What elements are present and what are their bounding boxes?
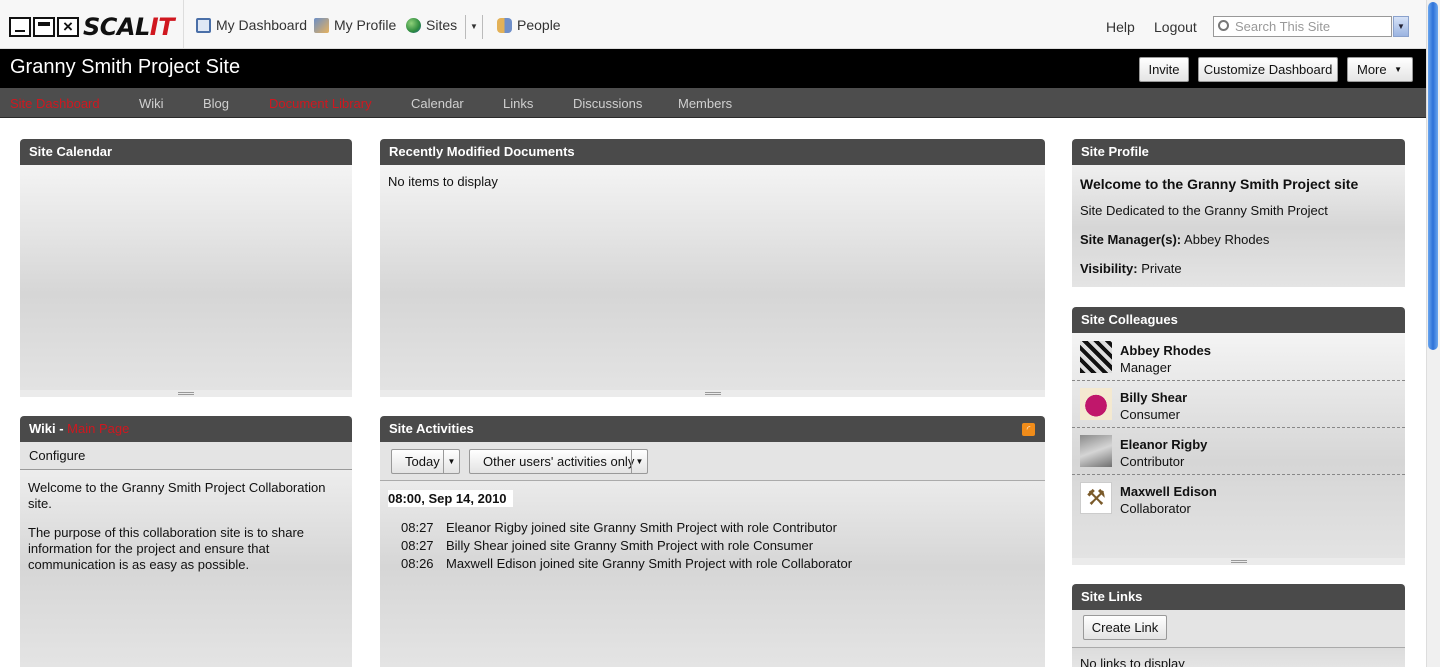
tab-wiki[interactable]: Wiki — [139, 96, 164, 111]
dashlet-title: Recently Modified Documents — [380, 139, 1045, 165]
grip-icon — [704, 392, 721, 395]
chevron-down-icon: ▼ — [631, 450, 647, 473]
activity-item: 08:27 Billy Shear joined site Granny Smit… — [401, 538, 814, 553]
customize-dashboard-button[interactable]: Customize Dashboard — [1198, 57, 1338, 82]
avatar[interactable] — [1080, 341, 1112, 373]
search-icon — [1218, 20, 1229, 31]
site-activities-dashlet: Site Activities ◜ Today ▼ Other users' a… — [380, 416, 1045, 667]
colleague-item: Abbey Rhodes Manager — [1072, 334, 1405, 381]
tab-links[interactable]: Links — [503, 96, 533, 111]
colleague-item: Billy Shear Consumer — [1072, 381, 1405, 428]
maximize-icon — [33, 17, 55, 37]
search-input[interactable]: Search This Site — [1213, 16, 1392, 37]
recent-documents-dashlet: Recently Modified Documents No items to … — [380, 139, 1045, 397]
close-icon: × — [57, 17, 79, 37]
grip-icon — [178, 392, 194, 395]
grip-icon — [1230, 560, 1247, 563]
invite-button[interactable]: Invite — [1139, 57, 1189, 82]
wiki-main-page-link[interactable]: Main Page — [67, 421, 129, 436]
links-toolbar: Create Link — [1072, 610, 1405, 648]
resize-handle[interactable] — [380, 390, 1045, 397]
tab-document-library[interactable]: Document Library — [269, 96, 372, 111]
sites-dropdown-toggle[interactable]: ▼ — [465, 15, 483, 39]
activity-item: 08:26 Maxwell Edison joined site Granny S… — [401, 556, 853, 571]
profile-icon — [314, 17, 329, 33]
wiki-content: Welcome to the Granny Smith Project Coll… — [20, 470, 352, 583]
activity-item: 08:27 Eleanor Rigby joined site Granny Sm… — [401, 520, 837, 535]
dashlet-title: Site Links — [1072, 584, 1405, 610]
activity-date-heading: 08:00, Sep 14, 2010 — [388, 490, 513, 507]
tab-discussions[interactable]: Discussions — [573, 96, 642, 111]
dashlet-title: Site Colleagues — [1072, 307, 1405, 333]
top-toolbar: × SCALIT My Dashboard My Profile Sites ▼… — [0, 0, 1426, 49]
dashlet-title: Wiki - Main Page — [20, 416, 352, 442]
profile-visibility: Visibility: Private — [1080, 261, 1182, 276]
site-header: Granny Smith Project Site Invite Customi… — [0, 49, 1426, 88]
site-title: Granny Smith Project Site — [10, 56, 241, 78]
tab-calendar[interactable]: Calendar — [411, 96, 464, 111]
profile-description: Site Dedicated to the Granny Smith Proje… — [1080, 203, 1328, 218]
wiki-toolbar: Configure — [20, 442, 352, 470]
date-range-select[interactable]: Today ▼ — [391, 449, 460, 474]
people-icon — [497, 17, 512, 33]
wiki-dashlet: Wiki - Main Page Configure Welcome to th… — [20, 416, 352, 667]
wiki-paragraph: Welcome to the Granny Smith Project Coll… — [28, 480, 326, 511]
chevron-down-icon: ▼ — [1394, 65, 1402, 74]
minimize-icon — [9, 17, 31, 37]
scrollbar-thumb[interactable] — [1428, 2, 1438, 350]
rss-icon[interactable]: ◜ — [1022, 423, 1035, 436]
divider — [183, 0, 184, 49]
create-link-button[interactable]: Create Link — [1083, 615, 1167, 640]
empty-message: No items to display — [388, 174, 498, 189]
colleague-item: ⚒ Maxwell Edison Collaborator — [1072, 475, 1405, 522]
avatar[interactable]: ⚒ — [1080, 482, 1112, 514]
nav-people[interactable]: People — [497, 17, 561, 33]
avatar[interactable] — [1080, 388, 1112, 420]
site-colleagues-dashlet: Site Colleagues Abbey Rhodes Manager Bil… — [1072, 307, 1405, 565]
chevron-down-icon: ▼ — [443, 450, 459, 473]
profile-welcome: Welcome to the Granny Smith Project site — [1080, 176, 1359, 192]
search-options-dropdown[interactable]: ▼ — [1393, 16, 1409, 37]
tab-site-dashboard[interactable]: Site Dashboard — [10, 96, 100, 111]
resize-handle[interactable] — [1072, 558, 1405, 565]
nav-my-profile[interactable]: My Profile — [314, 17, 396, 33]
resize-handle[interactable] — [20, 390, 352, 397]
empty-message: No links to display — [1080, 656, 1185, 667]
colleague-item: Eleanor Rigby Contributor — [1072, 428, 1405, 475]
site-links-dashlet: Site Links Create Link No links to displ… — [1072, 584, 1405, 667]
tab-blog[interactable]: Blog — [203, 96, 229, 111]
dashlet-title: Site Activities ◜ — [380, 416, 1045, 442]
configure-link[interactable]: Configure — [29, 448, 85, 463]
avatar[interactable] — [1080, 435, 1112, 467]
logout-link[interactable]: Logout — [1154, 19, 1197, 35]
help-link[interactable]: Help — [1106, 19, 1135, 35]
globe-icon — [406, 17, 421, 33]
tab-members[interactable]: Members — [678, 96, 732, 111]
site-calendar-dashlet: Site Calendar — [20, 139, 352, 397]
activity-filter-select[interactable]: Other users' activities only ▼ — [469, 449, 648, 474]
logo-text: SCALIT — [83, 13, 175, 41]
activities-filter-bar: Today ▼ Other users' activities only ▼ — [380, 442, 1045, 481]
nav-my-dashboard[interactable]: My Dashboard — [196, 17, 307, 33]
site-navigation: Site Dashboard Wiki Blog Document Librar… — [0, 88, 1426, 118]
nav-sites[interactable]: Sites — [406, 17, 457, 33]
site-profile-dashlet: Site Profile Welcome to the Granny Smith… — [1072, 139, 1405, 287]
dashlet-title: Site Profile — [1072, 139, 1405, 165]
more-button[interactable]: More ▼ — [1347, 57, 1413, 82]
wiki-paragraph: The purpose of this collaboration site i… — [28, 525, 305, 572]
dashlet-title: Site Calendar — [20, 139, 352, 165]
dashboard-icon — [196, 17, 211, 33]
scalit-logo[interactable]: × SCALIT — [9, 13, 175, 41]
profile-manager: Site Manager(s): Abbey Rhodes — [1080, 232, 1270, 247]
